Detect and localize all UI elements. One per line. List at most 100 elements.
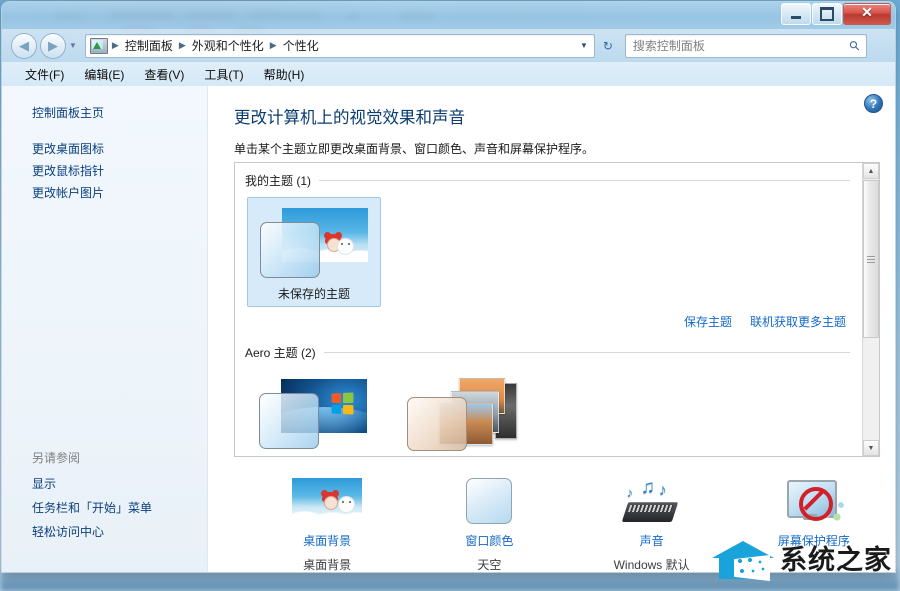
theme-row-my-themes: 未保存的主题 xyxy=(235,189,862,307)
theme-list-scroll-area: 我的主题 (1) 未保存的主题 保存主题 联机获取更多主题 Aero 主题 (2… xyxy=(235,163,862,456)
music-note-icon: ♫ xyxy=(640,477,655,498)
windows-logo-icon xyxy=(331,392,354,415)
quick-item-sounds[interactable]: ♪ ♫ ♪ 声音 Windows 默认 xyxy=(571,478,733,572)
search-input[interactable]: 搜索控制面板 ⚲ xyxy=(624,33,867,58)
chevron-up-icon: ▲ xyxy=(867,167,875,175)
page-description: 单击某个主题立即更改桌面背景、窗口颜色、声音和屏幕保护程序。 xyxy=(234,142,595,156)
chevron-down-icon: ▼ xyxy=(867,444,875,452)
theme-thumbnail-unsaved xyxy=(260,204,368,280)
bear-character-icon xyxy=(321,490,340,510)
window-color-icon xyxy=(454,478,524,526)
recent-pages-button[interactable]: ▼ xyxy=(69,41,77,50)
theme-tile-landscape[interactable] xyxy=(395,369,527,455)
wallpaper-icon xyxy=(292,478,363,526)
screensaver-icon xyxy=(779,478,849,526)
menu-view[interactable]: 查看(V) xyxy=(135,63,193,86)
breadcrumb-item-appearance[interactable]: 外观和个性化 xyxy=(190,37,266,54)
menu-edit[interactable]: 编辑(E) xyxy=(75,63,133,86)
scrollbar-thumb[interactable] xyxy=(863,180,879,338)
address-bar[interactable]: ▶ 控制面板 ▶ 外观和个性化 ▶ 个性化 ▼ xyxy=(84,33,595,58)
quick-item-value: 桌面背景 xyxy=(303,558,352,572)
page-title: 更改计算机上的视觉效果和声音 xyxy=(234,109,465,127)
back-button[interactable]: ◀ xyxy=(11,32,37,59)
window-color-preview-icon xyxy=(407,397,467,451)
watermark: 系统之家 xyxy=(712,539,892,581)
sidebar-item-change-mouse-pointers[interactable]: 更改鼠标指针 xyxy=(32,160,207,182)
see-also-title: 另请参阅 xyxy=(32,451,81,465)
screen: ✕ ◀ ▶ ▼ ▶ 控制面板 ▶ 外观和个性化 ▶ 个性化 ▼ ↻ 搜索控制面板… xyxy=(0,0,900,591)
sound-icon: ♪ ♫ ♪ xyxy=(617,478,687,526)
keyboard-icon xyxy=(621,502,678,522)
sidebar-item-control-panel-home[interactable]: 控制面板主页 xyxy=(32,102,207,124)
refresh-button[interactable]: ↻ xyxy=(597,35,619,57)
refresh-icon: ↻ xyxy=(602,38,613,53)
snowman-character-icon xyxy=(337,238,355,255)
save-theme-link[interactable]: 保存主题 xyxy=(684,313,732,330)
quick-item-desktop-background[interactable]: 桌面背景 桌面背景 xyxy=(246,478,408,572)
search-icon: ⚲ xyxy=(846,36,864,54)
group-divider xyxy=(319,180,850,181)
back-arrow-icon: ◀ xyxy=(19,38,29,53)
theme-list-panel: 我的主题 (1) 未保存的主题 保存主题 联机获取更多主题 Aero 主题 (2… xyxy=(234,162,880,457)
theme-panel-links: 保存主题 联机获取更多主题 xyxy=(235,307,862,330)
minimize-icon xyxy=(791,15,801,19)
menu-help[interactable]: 帮助(H) xyxy=(255,63,314,86)
see-also-item-taskbar-start-menu[interactable]: 任务栏和「开始」菜单 xyxy=(32,496,207,520)
menu-file[interactable]: 文件(F) xyxy=(16,63,73,86)
music-note-icon: ♪ xyxy=(626,485,634,500)
theme-group-label: 我的主题 (1) xyxy=(245,174,312,188)
scroll-down-button[interactable]: ▼ xyxy=(863,440,879,456)
theme-thumbnail-windows-7 xyxy=(259,375,367,451)
control-panel-icon xyxy=(89,37,108,54)
snowman-character-icon xyxy=(338,496,356,513)
sidebar-item-change-desktop-icons[interactable]: 更改桌面图标 xyxy=(32,138,207,160)
minimize-button[interactable] xyxy=(781,3,811,25)
menu-tools[interactable]: 工具(T) xyxy=(195,63,252,86)
house-logo-icon xyxy=(712,539,774,581)
theme-thumbnail-landscape xyxy=(407,375,517,451)
quick-item-value: 天空 xyxy=(477,558,502,572)
see-also-item-ease-of-access-center[interactable]: 轻松访问中心 xyxy=(32,520,207,544)
window-color-preview-icon xyxy=(260,222,320,278)
breadcrumb-separator-1: ▶ xyxy=(178,40,186,50)
navigation-bar: ◀ ▶ ▼ ▶ 控制面板 ▶ 外观和个性化 ▶ 个性化 ▼ ↻ 搜索控制面板 ⚲ xyxy=(2,29,895,62)
quick-item-label[interactable]: 窗口颜色 xyxy=(408,532,570,549)
theme-tile-unsaved[interactable]: 未保存的主题 xyxy=(247,197,381,307)
theme-list-scrollbar[interactable]: ▲ ▼ xyxy=(862,163,879,456)
explorer-window: ✕ ◀ ▶ ▼ ▶ 控制面板 ▶ 外观和个性化 ▶ 个性化 ▼ ↻ 搜索控制面板… xyxy=(2,2,895,572)
scrollbar-grip-icon xyxy=(867,255,875,263)
theme-tile-windows-7[interactable] xyxy=(247,369,379,455)
window-controls: ✕ xyxy=(781,3,891,25)
group-divider xyxy=(323,352,850,353)
theme-group-label: Aero 主题 (2) xyxy=(245,346,316,360)
quick-item-label[interactable]: 桌面背景 xyxy=(246,532,408,549)
help-icon[interactable]: ? xyxy=(864,94,883,113)
scroll-up-button[interactable]: ▲ xyxy=(863,163,879,179)
window-title-bar[interactable]: ✕ xyxy=(2,2,895,29)
quick-item-label[interactable]: 声音 xyxy=(571,532,733,549)
see-also-item-display[interactable]: 显示 xyxy=(32,472,207,496)
maximize-icon xyxy=(820,7,834,21)
breadcrumb-separator-0: ▶ xyxy=(111,40,119,50)
breadcrumb-item-personalization[interactable]: 个性化 xyxy=(281,37,321,54)
search-placeholder: 搜索控制面板 xyxy=(632,39,705,53)
close-icon: ✕ xyxy=(861,6,873,21)
quick-item-value: Windows 默认 xyxy=(613,558,690,572)
maximize-button[interactable] xyxy=(812,3,842,25)
breadcrumb-separator-2: ▶ xyxy=(269,40,277,50)
quick-item-window-color[interactable]: 窗口颜色 天空 xyxy=(408,478,570,572)
watermark-text: 系统之家 xyxy=(780,544,892,576)
window-color-preview-icon xyxy=(259,393,319,449)
sidebar-item-change-account-picture[interactable]: 更改帐户图片 xyxy=(32,182,207,204)
address-dropdown-icon[interactable]: ▼ xyxy=(580,41,594,50)
no-entry-icon xyxy=(798,487,833,521)
theme-row-aero xyxy=(235,361,862,455)
theme-group-header-aero: Aero 主题 (2) xyxy=(235,330,862,361)
menu-bar: 文件(F) 编辑(E) 查看(V) 工具(T) 帮助(H) xyxy=(2,62,895,86)
theme-tile-label: 未保存的主题 xyxy=(277,287,350,301)
get-more-themes-online-link[interactable]: 联机获取更多主题 xyxy=(750,313,846,330)
close-button[interactable]: ✕ xyxy=(843,3,891,25)
forward-button[interactable]: ▶ xyxy=(40,32,66,59)
breadcrumb-item-control-panel[interactable]: 控制面板 xyxy=(123,37,175,54)
